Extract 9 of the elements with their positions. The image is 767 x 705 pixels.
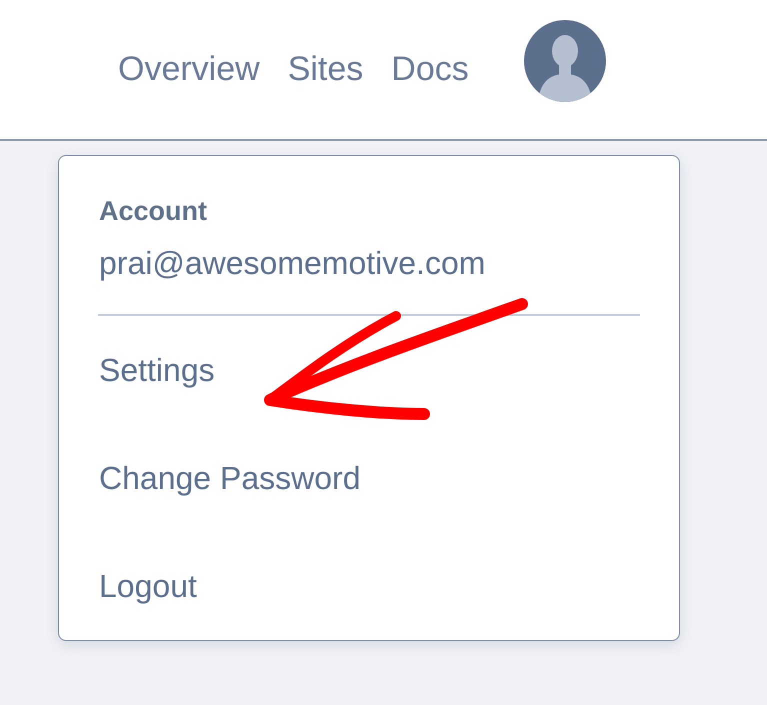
account-heading: Account [99,196,208,227]
menu-item[interactable]: Change Password [59,424,679,532]
menu-item[interactable]: Settings [59,316,679,424]
nav-link[interactable]: Docs [391,50,469,89]
menu-item[interactable]: Logout [59,532,679,640]
account-email: prai@awesomemotive.com [99,245,486,282]
avatar-icon[interactable] [524,20,606,102]
nav-link[interactable]: Overview [118,50,260,89]
nav-link[interactable]: Sites [288,50,364,89]
